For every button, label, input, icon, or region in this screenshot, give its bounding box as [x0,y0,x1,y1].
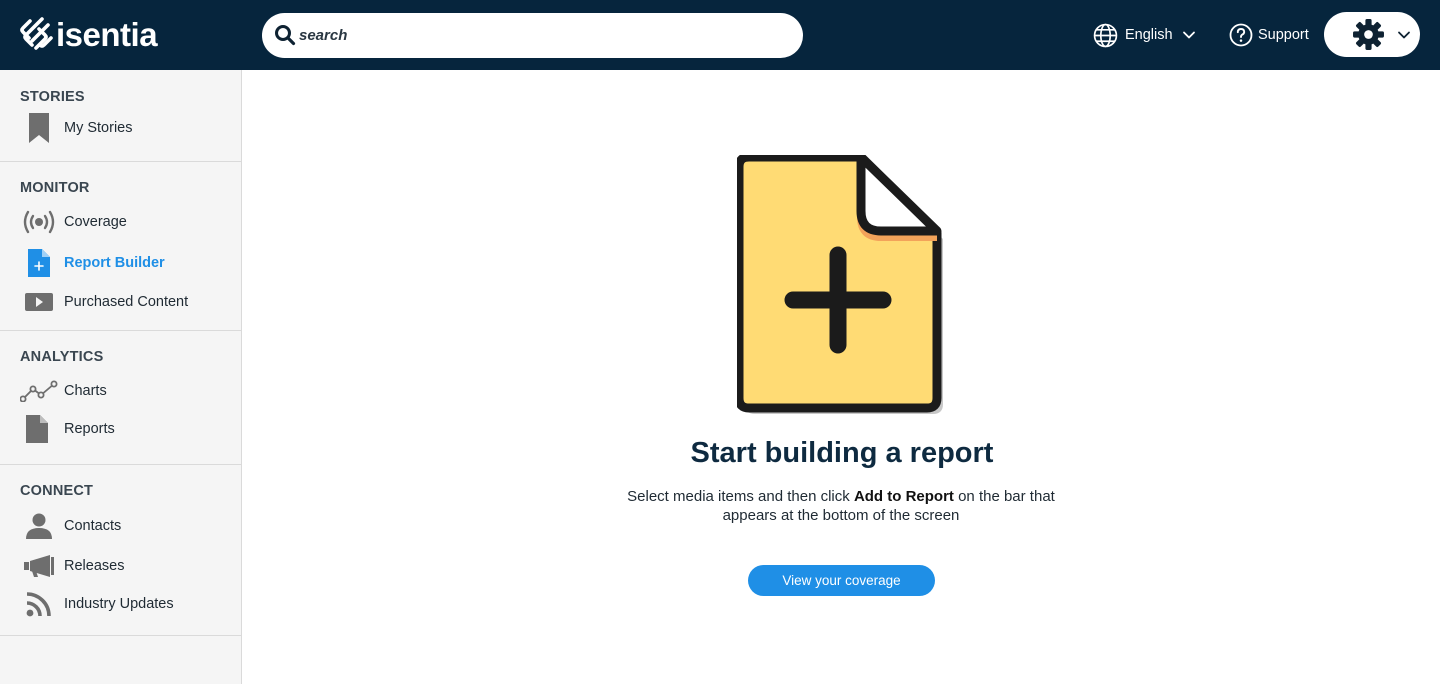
sidebar-item-report-builder[interactable]: Report Builder [0,245,241,281]
settings-menu-button[interactable] [1324,12,1420,57]
sidebar-item-coverage[interactable]: Coverage [0,204,241,240]
add-document-illustration [737,155,943,414]
isentia-logo[interactable]: isentia [20,16,158,54]
language-selector[interactable]: English [1093,22,1196,48]
language-label: English [1125,27,1173,43]
top-header: isentia English Support [0,0,1440,70]
file-plus-icon [28,249,50,277]
gear-icon [1353,19,1384,50]
sidebar-item-label: Contacts [64,518,122,534]
sidebar-item-reports[interactable]: Reports [0,411,241,447]
support-label: Support [1258,27,1309,43]
logo-text: isentia [56,16,158,53]
sidebar-item-releases[interactable]: Releases [0,548,241,584]
sidebar-item-label: Report Builder [64,255,165,271]
section-title: MONITOR [20,180,90,196]
section-title: ANALYTICS [20,349,104,365]
help-icon [1229,23,1253,47]
search-icon [275,25,296,46]
play-icon [25,293,53,311]
sidebar-item-purchased-content[interactable]: Purchased Content [0,284,241,320]
sidebar-item-label: Charts [64,383,107,399]
chevron-down-icon [1398,31,1410,39]
view-coverage-button[interactable]: View your coverage [748,565,935,596]
broadcast-icon [23,210,55,234]
empty-state-description: Select media items and then click Add to… [600,487,1082,525]
document-icon [26,415,48,443]
sidebar-item-label: Coverage [64,214,127,230]
person-icon [26,513,52,539]
globe-icon [1093,23,1118,47]
sidebar-item-label: My Stories [64,120,133,136]
search-input[interactable] [299,13,789,58]
empty-state-title: Start building a report [690,437,994,469]
sidebar-item-contacts[interactable]: Contacts [0,508,241,544]
sidebar-section-monitor: MONITOR Coverage Report Builder Purchase… [0,162,241,331]
sidebar-item-label: Releases [64,558,125,574]
rss-icon [26,592,51,617]
sidebar: STORIES My Stories MONITOR Coverage Repo… [0,70,242,684]
section-title: STORIES [20,89,85,105]
add-to-report-emphasis: Add to Report [853,488,954,505]
sidebar-section-stories: STORIES My Stories [0,70,241,162]
description-text: Select media items and then click [627,488,854,505]
sidebar-section-connect: CONNECT Contacts Releases Industry Updat… [0,465,241,636]
sidebar-item-my-stories[interactable]: My Stories [0,110,241,146]
line-chart-icon [20,380,58,402]
search-bar [262,13,803,58]
sidebar-item-label: Purchased Content [64,294,189,310]
sidebar-item-label: Industry Updates [64,596,174,612]
support-link[interactable]: Support [1229,22,1309,48]
chevron-down-icon [1182,31,1195,39]
section-title: CONNECT [20,483,94,499]
logo-mark-icon [20,17,53,50]
sidebar-item-charts[interactable]: Charts [0,373,241,409]
bookmark-icon [29,113,49,143]
sidebar-item-label: Reports [64,421,115,437]
megaphone-icon [24,555,54,577]
sidebar-section-analytics: ANALYTICS Charts Reports [0,331,241,465]
sidebar-item-industry-updates[interactable]: Industry Updates [0,586,241,622]
